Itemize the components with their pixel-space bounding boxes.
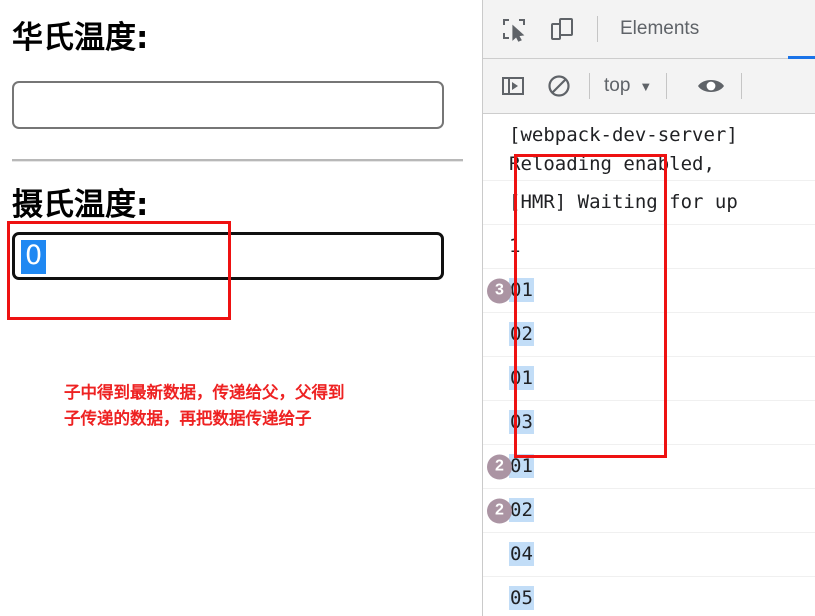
execution-context-selector[interactable]: top ▼: [604, 75, 652, 97]
console-message-line: 03: [509, 408, 534, 437]
console-message-line: Reloading enabled,: [509, 153, 715, 175]
fahrenheit-label: 华氏温度:: [12, 20, 149, 56]
console-message-line: 1: [509, 235, 521, 257]
console-message-text: 02: [509, 320, 534, 349]
console-message-list[interactable]: [webpack-dev-server] Reloading enabled, […: [483, 114, 815, 616]
repeat-count-badge: 2: [487, 498, 512, 523]
console-search-highlight: 02: [509, 322, 534, 346]
devtools-console-toolbar: top ▼: [483, 59, 815, 114]
console-message-text: 03: [509, 408, 534, 437]
section-divider: [12, 159, 463, 162]
console-message-line: 04: [509, 540, 534, 569]
console-message-text: [HMR] Waiting for up: [509, 188, 738, 217]
console-search-highlight: 01: [509, 278, 534, 302]
execution-context-label: top: [604, 75, 631, 96]
console-search-highlight: 05: [509, 586, 534, 610]
console-search-highlight: 04: [509, 542, 534, 566]
console-message-line: 01: [509, 364, 534, 393]
console-message-text: 01: [509, 276, 534, 305]
annotation-note-line-2: 子传递的数据，再把数据传递给子: [64, 409, 312, 428]
console-message-row[interactable]: [HMR] Waiting for up: [483, 181, 815, 225]
console-search-highlight: 01: [509, 454, 534, 478]
console-message-line: 02: [509, 320, 534, 349]
devtools-pane: Elements top ▼ [webpack-dev-server] Relo…: [482, 0, 815, 616]
console-message-row[interactable]: 1: [483, 225, 815, 269]
console-message-row[interactable]: 05: [483, 577, 815, 616]
subbar-separator-2: [666, 73, 668, 99]
console-message-row[interactable]: 02: [483, 313, 815, 357]
console-message-text: 02: [509, 496, 534, 525]
console-message-row[interactable]: [webpack-dev-server] Reloading enabled,: [483, 114, 815, 181]
console-message-text: 1: [509, 232, 520, 261]
console-message-row[interactable]: 01: [483, 357, 815, 401]
console-message-line: 05: [509, 584, 534, 613]
console-message-text: 01: [509, 364, 534, 393]
repeat-count-badge: 2: [487, 454, 512, 479]
celsius-input[interactable]: [12, 232, 444, 280]
console-message-line: [webpack-dev-server]: [509, 124, 738, 146]
eye-icon[interactable]: [695, 70, 727, 102]
screenshot-root: 华氏温度: 摄氏温度: 0 子中得到最新数据，传递给父，父得到 子传递的数据，再…: [0, 0, 815, 616]
console-search-highlight: 01: [509, 366, 534, 390]
web-page-pane: 华氏温度: 摄氏温度: 0 子中得到最新数据，传递给父，父得到 子传递的数据，再…: [0, 0, 482, 616]
inspect-element-icon[interactable]: [497, 12, 531, 46]
console-message-line: 01: [509, 276, 534, 305]
device-toolbar-icon[interactable]: [545, 12, 579, 46]
console-message-text: [webpack-dev-server] Reloading enabled,: [509, 121, 738, 179]
console-message-row[interactable]: 3 01: [483, 269, 815, 313]
console-search-highlight: 02: [509, 498, 534, 522]
tab-elements[interactable]: Elements: [610, 18, 709, 40]
toolbar-separator: [597, 16, 598, 42]
annotation-note: 子中得到最新数据，传递给父，父得到 子传递的数据，再把数据传递给子: [64, 380, 464, 432]
console-search-highlight: 03: [509, 410, 534, 434]
repeat-count-badge: 3: [487, 278, 512, 303]
console-message-row[interactable]: 04: [483, 533, 815, 577]
console-message-line: 02: [509, 496, 534, 525]
console-message-line: [HMR] Waiting for up: [509, 191, 738, 213]
annotation-note-line-1: 子中得到最新数据，传递给父，父得到: [64, 383, 345, 402]
console-message-line: 01: [509, 452, 534, 481]
console-sidebar-icon[interactable]: [497, 70, 529, 102]
subbar-separator-3: [741, 73, 743, 99]
clear-console-icon[interactable]: [543, 70, 575, 102]
fahrenheit-input[interactable]: [12, 81, 444, 129]
celsius-selected-text: 0: [21, 240, 47, 274]
console-message-text: 01: [509, 452, 534, 481]
console-message-text: 05: [509, 584, 534, 613]
celsius-label: 摄氏温度:: [12, 187, 149, 223]
console-message-row[interactable]: 2 01: [483, 445, 815, 489]
subbar-separator-1: [589, 73, 590, 99]
chevron-down-icon: ▼: [639, 78, 653, 94]
devtools-tab-bar: Elements: [483, 0, 815, 59]
console-message-text: 04: [509, 540, 534, 569]
console-message-row[interactable]: 03: [483, 401, 815, 445]
console-message-row[interactable]: 2 02: [483, 489, 815, 533]
